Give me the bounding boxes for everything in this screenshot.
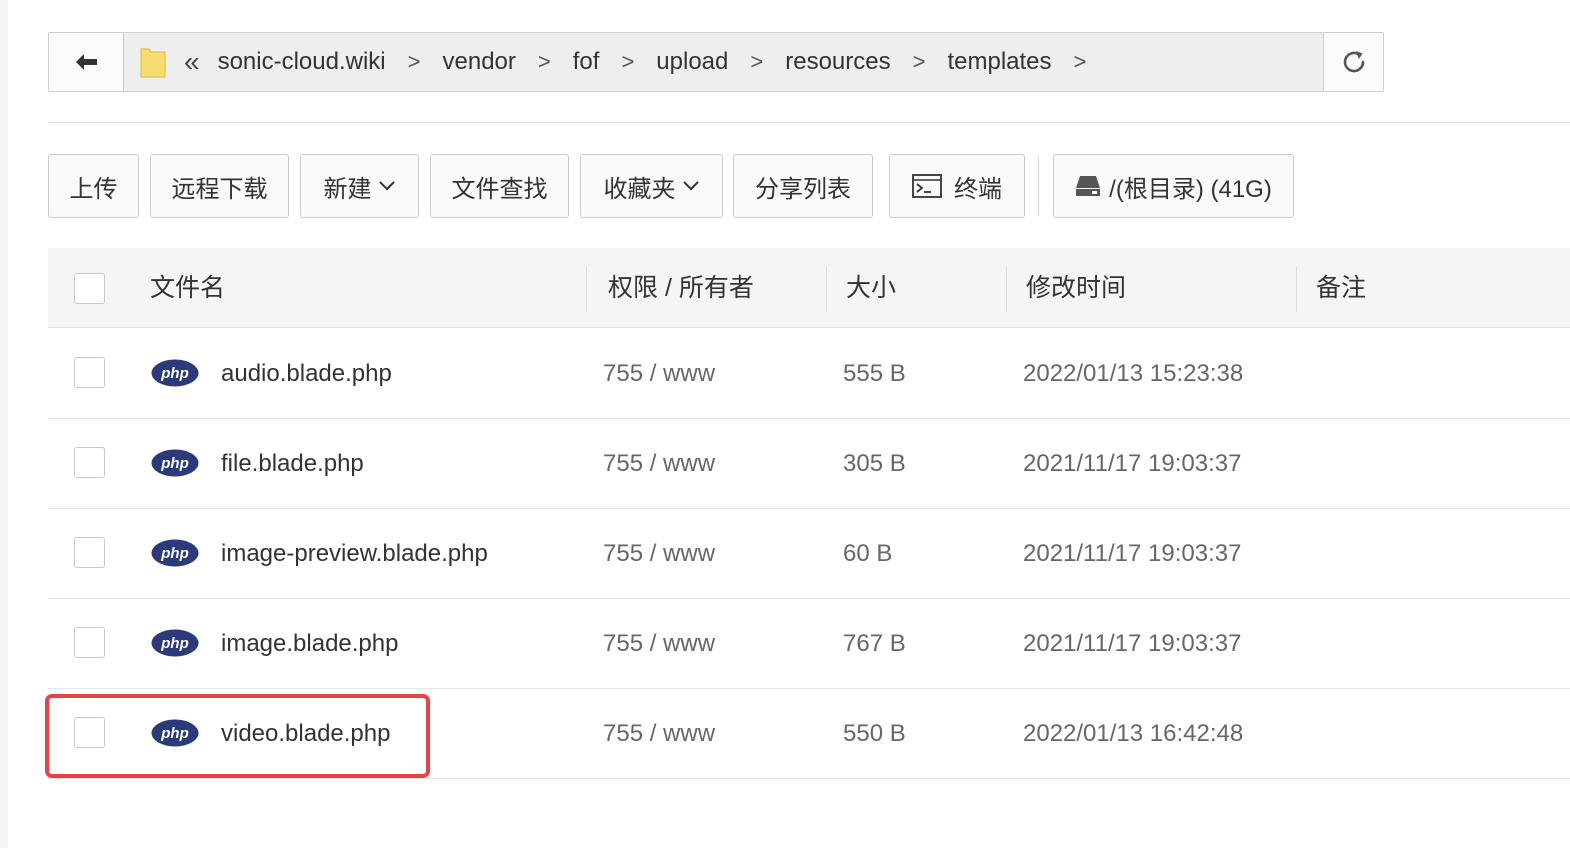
breadcrumb-item[interactable]: upload — [656, 48, 728, 76]
chevron-down-icon — [682, 181, 699, 191]
favorites-dropdown-button[interactable]: 收藏夹 — [580, 154, 723, 218]
file-size: 555 B — [843, 360, 906, 387]
svg-text:php: php — [160, 545, 189, 562]
chevron-right-icon: > — [537, 49, 551, 74]
php-file-icon: php — [151, 359, 199, 387]
breadcrumb-item[interactable]: resources — [785, 48, 890, 76]
file-modified-time: 2022/01/13 16:42:48 — [1023, 720, 1244, 747]
remote-download-button[interactable]: 远程下载 — [150, 154, 289, 218]
column-separator — [586, 266, 587, 312]
table-row[interactable]: php video.blade.php 755 / www 550 B 2022… — [48, 689, 1570, 779]
file-size: 60 B — [843, 540, 893, 567]
file-permission[interactable]: 755 / www — [603, 419, 715, 509]
terminal-icon — [912, 174, 942, 198]
header-filename[interactable]: 文件名 — [150, 248, 225, 328]
svg-text:php: php — [160, 365, 189, 382]
file-name[interactable]: image-preview.blade.php — [221, 509, 488, 599]
file-modified-time: 2022/01/13 15:23:38 — [1023, 360, 1244, 387]
row-checkbox[interactable] — [74, 537, 105, 568]
new-dropdown-button[interactable]: 新建 — [300, 154, 419, 218]
header-size[interactable]: 大小 — [846, 248, 896, 328]
chevron-right-icon: > — [407, 49, 421, 74]
breadcrumb-item[interactable]: templates — [947, 48, 1051, 76]
file-name[interactable]: audio.blade.php — [221, 329, 392, 419]
file-modified-time: 2021/11/17 19:03:37 — [1023, 540, 1242, 567]
file-permission[interactable]: 755 / www — [603, 509, 715, 599]
breadcrumb-item[interactable]: vendor — [443, 48, 516, 76]
new-button-label: 新建 — [323, 175, 372, 203]
file-permission[interactable]: 755 / www — [603, 689, 715, 779]
disk-button[interactable]: /(根目录) (41G) — [1053, 154, 1294, 218]
favorites-label: 收藏夹 — [603, 175, 676, 203]
refresh-button[interactable] — [1323, 33, 1383, 91]
column-separator — [1296, 266, 1297, 312]
chevron-right-icon: > — [912, 49, 926, 74]
column-separator — [1006, 266, 1007, 312]
row-checkbox[interactable] — [74, 447, 105, 478]
file-search-label: 文件查找 — [451, 175, 548, 203]
table-row[interactable]: php file.blade.php 755 / www 305 B 2021/… — [48, 419, 1570, 509]
column-separator — [826, 266, 827, 312]
chevron-right-icon: > — [750, 49, 764, 74]
chevron-right-icon: > — [621, 49, 635, 74]
toolbar-divider — [1038, 156, 1039, 216]
terminal-button[interactable]: 终端 — [889, 154, 1025, 218]
upload-button-label: 上传 — [69, 175, 118, 203]
file-name[interactable]: file.blade.php — [221, 419, 364, 509]
php-file-icon: php — [151, 719, 199, 747]
file-modified-time: 2021/11/17 19:03:37 — [1023, 630, 1242, 657]
file-size: 550 B — [843, 720, 906, 747]
back-button[interactable] — [49, 33, 124, 91]
svg-text:php: php — [160, 455, 189, 472]
breadcrumb: « sonic-cloud.wiki > vendor > fof > uplo… — [124, 33, 1323, 91]
table-header: 文件名 权限 / 所有者 大小 修改时间 备注 — [48, 248, 1570, 328]
breadcrumb-item[interactable]: fof — [573, 48, 600, 76]
file-modified-time: 2021/11/17 19:03:37 — [1023, 450, 1242, 477]
arrow-left-icon — [76, 54, 97, 70]
chevron-right-icon: > — [1073, 49, 1087, 74]
file-name[interactable]: image.blade.php — [221, 599, 398, 689]
header-permission[interactable]: 权限 / 所有者 — [608, 248, 754, 328]
table-row[interactable]: php image-preview.blade.php 755 / www 60… — [48, 509, 1570, 599]
php-file-icon: php — [151, 539, 199, 567]
divider — [48, 122, 1570, 123]
table-row[interactable]: php image.blade.php 755 / www 767 B 2021… — [48, 599, 1570, 689]
upload-button[interactable]: 上传 — [48, 154, 139, 218]
select-all-checkbox[interactable] — [74, 273, 105, 304]
file-size: 305 B — [843, 450, 906, 477]
remote-download-label: 远程下载 — [171, 175, 268, 203]
disk-icon — [1076, 176, 1101, 196]
left-edge-strip — [0, 0, 8, 848]
disk-label: /(根目录) (41G) — [1109, 175, 1272, 203]
php-file-icon: php — [151, 449, 199, 477]
header-modified-time[interactable]: 修改时间 — [1026, 248, 1126, 328]
terminal-label: 终端 — [954, 175, 1002, 203]
share-list-button[interactable]: 分享列表 — [733, 154, 873, 218]
row-checkbox[interactable] — [74, 717, 105, 748]
breadcrumb-item[interactable]: sonic-cloud.wiki — [218, 48, 386, 76]
path-bar: « sonic-cloud.wiki > vendor > fof > uplo… — [48, 32, 1384, 92]
refresh-icon — [1343, 51, 1364, 73]
folder-icon — [140, 48, 166, 78]
file-size: 767 B — [843, 630, 906, 657]
file-name[interactable]: video.blade.php — [221, 689, 390, 779]
share-list-label: 分享列表 — [755, 175, 851, 203]
breadcrumb-collapse-icon[interactable]: « — [184, 48, 200, 76]
header-note: 备注 — [1316, 274, 1367, 302]
file-permission[interactable]: 755 / www — [603, 599, 715, 689]
file-search-button[interactable]: 文件查找 — [430, 154, 569, 218]
svg-text:php: php — [160, 635, 189, 652]
svg-text:php: php — [160, 725, 189, 742]
php-file-icon: php — [151, 629, 199, 657]
row-checkbox[interactable] — [74, 627, 105, 658]
chevron-down-icon — [378, 181, 395, 191]
table-row[interactable]: php audio.blade.php 755 / www 555 B 2022… — [48, 329, 1570, 419]
row-checkbox[interactable] — [74, 357, 105, 388]
file-permission[interactable]: 755 / www — [603, 329, 715, 419]
